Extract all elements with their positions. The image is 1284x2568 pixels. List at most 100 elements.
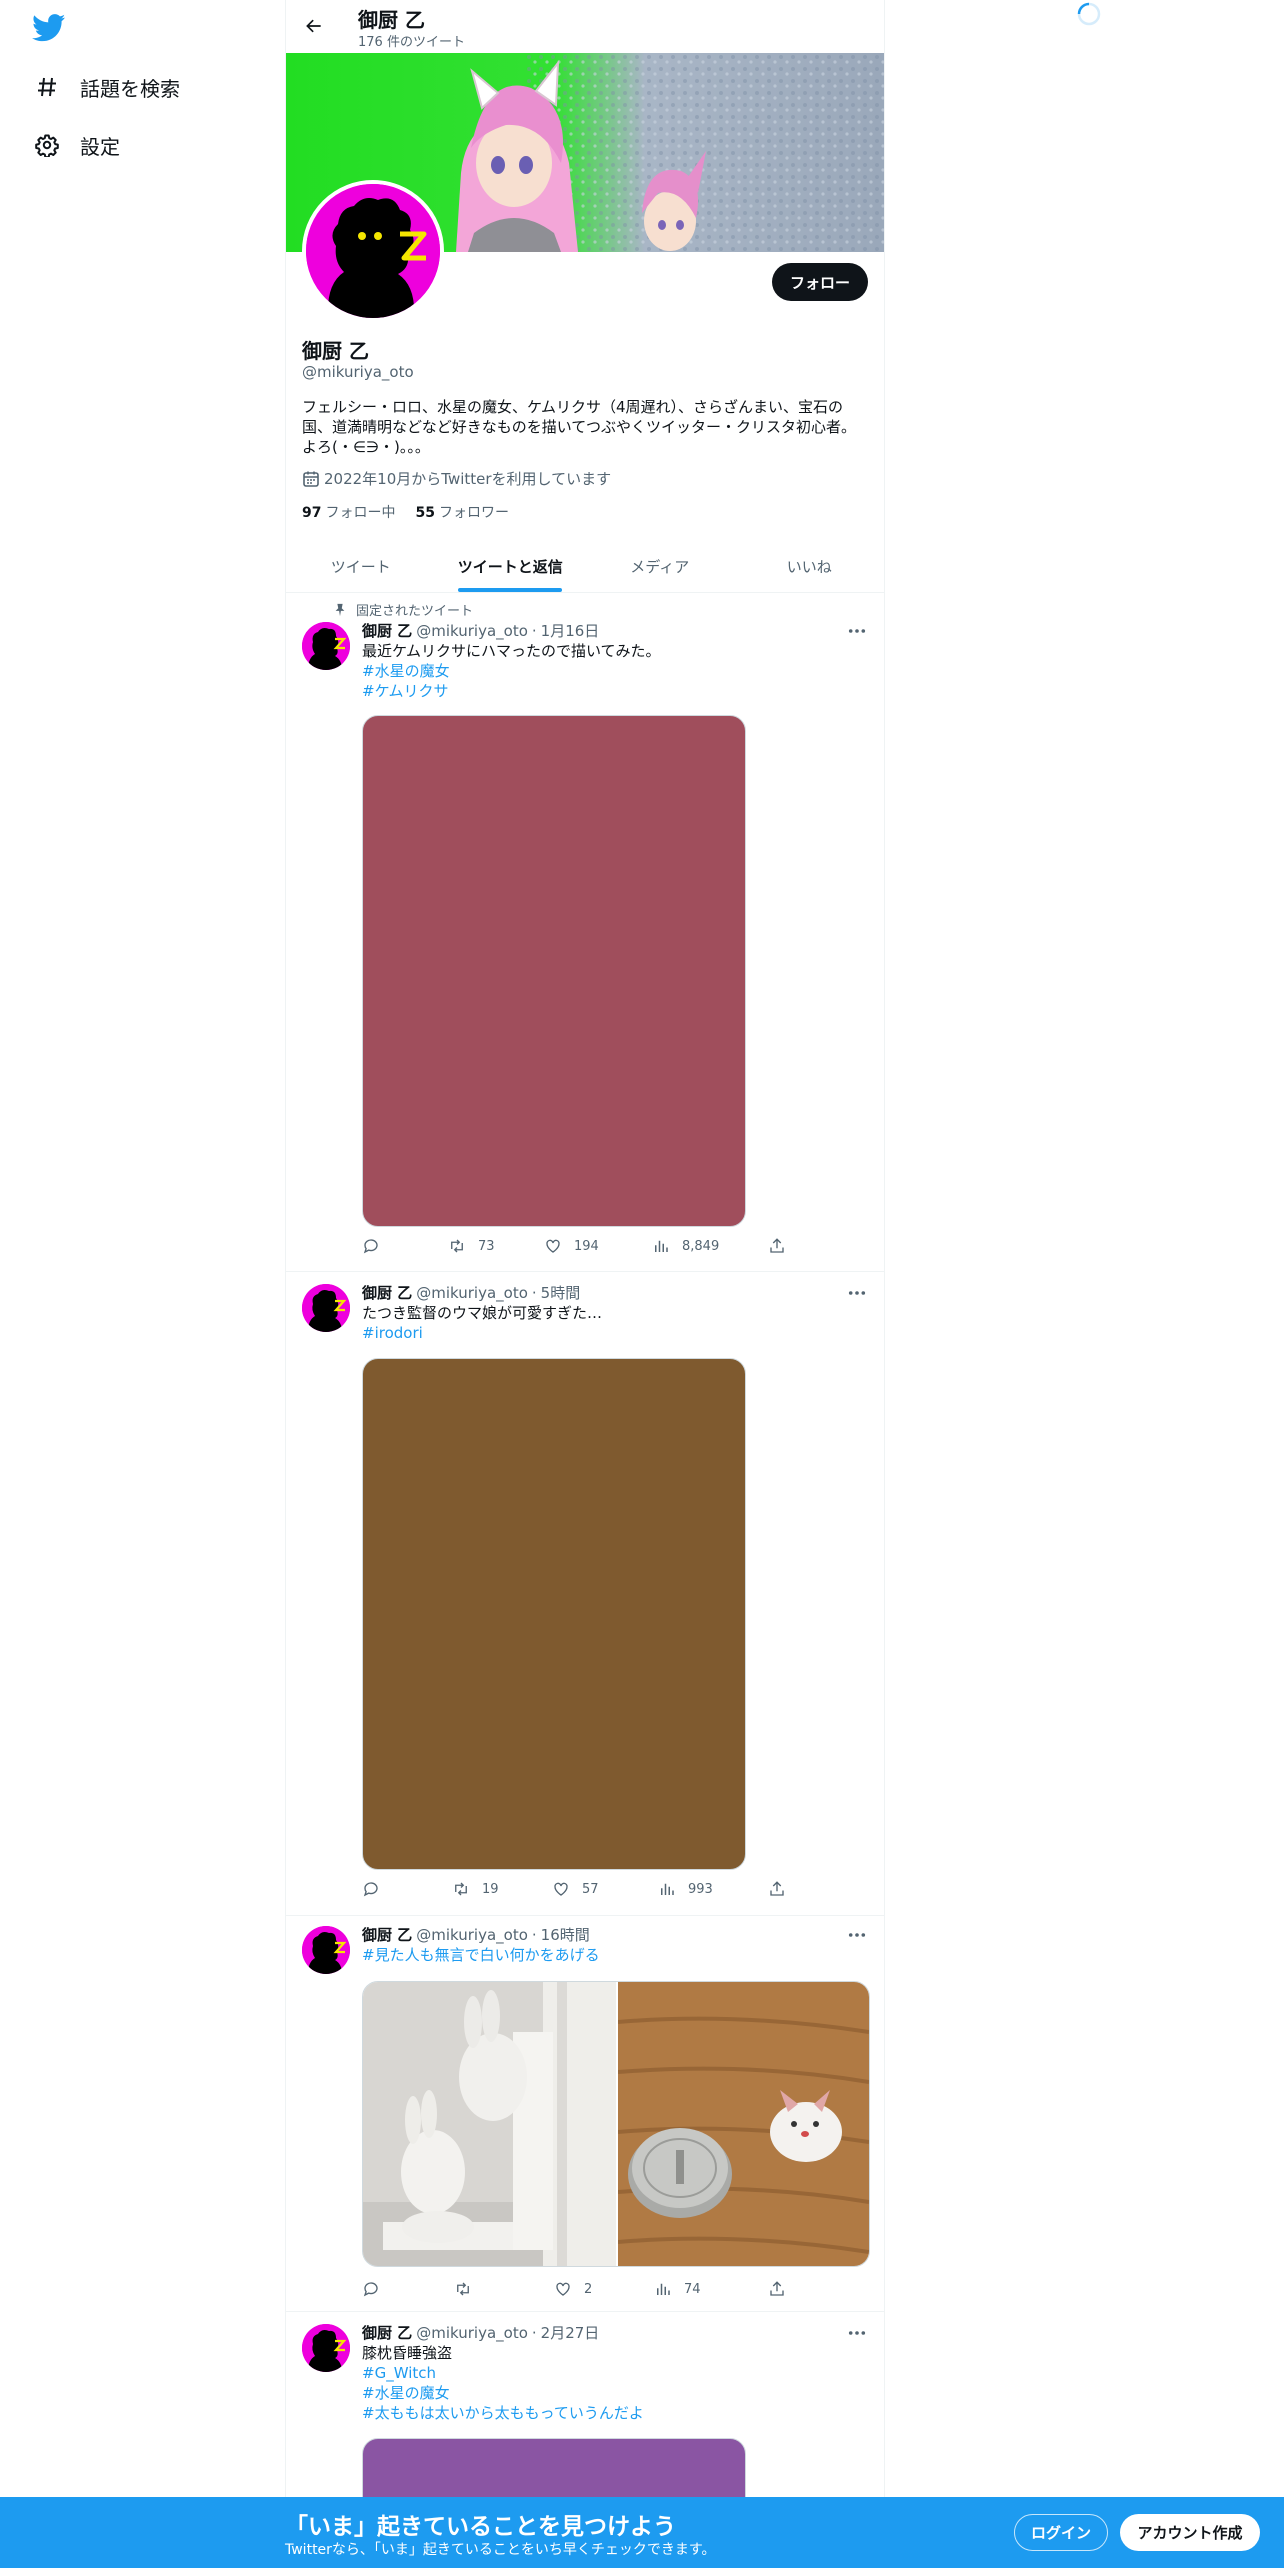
retweet-button[interactable]: 73	[448, 1237, 495, 1255]
retweet-count: 73	[478, 1238, 495, 1254]
more-options-icon[interactable]	[846, 2324, 868, 2342]
profile-avatar[interactable]	[302, 180, 444, 322]
like-button[interactable]: 2	[554, 2280, 592, 2298]
views-button[interactable]: 993	[658, 1880, 713, 1898]
tab-tweets-and-replies-label: ツイートと返信	[457, 557, 563, 576]
hashtag-link[interactable]: #水星の魔女	[362, 661, 450, 681]
avatar-silhouette-icon	[306, 184, 440, 318]
tweet-image[interactable]	[363, 1982, 616, 2266]
views-chart-icon	[655, 1240, 668, 1252]
header-title: 御厨 乙	[358, 8, 425, 32]
tweet-actions: 2 74	[362, 2280, 794, 2302]
share-button[interactable]	[768, 1880, 786, 1898]
pin-icon	[332, 602, 348, 618]
avatar[interactable]	[302, 2324, 350, 2372]
avatar-silhouette-icon	[302, 1284, 350, 1332]
hashtag-link[interactable]: #G_Witch	[362, 2363, 436, 2383]
pinned-indicator: 固定されたツイート	[332, 600, 473, 619]
tweet-item[interactable]: 固定されたツイート 御厨 乙 @mikuriya_oto · 1月16日 最近ケ…	[286, 594, 884, 1272]
avatar-silhouette-icon	[302, 622, 350, 670]
tweet-header: 御厨 乙 @mikuriya_oto · 5時間	[362, 1282, 580, 1303]
share-button[interactable]	[768, 1237, 786, 1255]
share-icon	[770, 1238, 784, 1253]
pinned-label: 固定されたツイート	[356, 604, 474, 619]
profile-joined-date: 2022年10月からTwitterを利用しています	[302, 468, 611, 489]
tweet-author-name[interactable]: 御厨 乙	[362, 1282, 412, 1303]
tweet-timestamp[interactable]: 5時間	[541, 1282, 581, 1303]
login-button[interactable]: ログイン	[1014, 2514, 1108, 2551]
follow-button[interactable]: フォロー	[771, 263, 868, 301]
tab-tweets-and-replies[interactable]: ツイートと返信	[436, 540, 586, 592]
views-chart-icon	[657, 2283, 670, 2295]
nav-explore-label: 話題を検索	[80, 76, 180, 101]
tweet-image[interactable]	[362, 1358, 746, 1870]
tweet-author-handle[interactable]: @mikuriya_oto	[416, 622, 528, 640]
tab-media-label: メディア	[630, 557, 690, 576]
tweet-item[interactable]: 御厨 乙 @mikuriya_oto · 16時間 #見た人も無言で白い何かをあ…	[286, 1916, 884, 2312]
nav-explore[interactable]: 話題を検索	[34, 67, 180, 107]
followers-count: 55	[415, 505, 435, 521]
like-count: 194	[574, 1238, 599, 1254]
twitter-logo-icon[interactable]	[32, 14, 66, 42]
more-options-icon[interactable]	[846, 1926, 868, 1944]
like-button[interactable]: 57	[552, 1880, 599, 1898]
hashtag-link[interactable]: #irodori	[362, 1323, 423, 1343]
following-link[interactable]: 97 フォロー中	[302, 502, 395, 522]
rabbit-bookend-photo	[363, 1982, 616, 2266]
tweet-image[interactable]	[618, 1982, 869, 2266]
hashtag-link[interactable]: #水星の魔女	[362, 2383, 450, 2403]
tweet-image[interactable]	[362, 715, 746, 1227]
avatar[interactable]	[302, 1926, 350, 1974]
tweet-item[interactable]: 御厨 乙 @mikuriya_oto · 5時間 たつき監督のウマ娘が可愛すぎた…	[286, 1272, 884, 1916]
reply-icon	[363, 1239, 378, 1254]
retweet-button[interactable]	[454, 2280, 472, 2298]
more-options-icon[interactable]	[846, 1284, 868, 1302]
tweet-header: 御厨 乙 @mikuriya_oto · 2月27日	[362, 2322, 599, 2343]
tweet-author-name[interactable]: 御厨 乙	[362, 1924, 412, 1945]
profile-timeline: 御厨 乙 176 件のツイート フォロー 御厨 乙 @mikuriya_oto …	[285, 0, 885, 2568]
views-button[interactable]: 8,849	[652, 1237, 719, 1255]
tweet-author-handle[interactable]: @mikuriya_oto	[416, 1284, 528, 1302]
avatar[interactable]	[302, 1284, 350, 1332]
back-button[interactable]	[298, 10, 330, 42]
more-options-icon[interactable]	[846, 622, 868, 640]
tweet-timestamp[interactable]: 16時間	[541, 1924, 590, 1945]
reply-button[interactable]	[362, 1880, 380, 1898]
signup-button[interactable]: アカウント作成	[1120, 2514, 1260, 2551]
tab-likes-label: いいね	[786, 557, 832, 576]
share-icon	[770, 2281, 784, 2296]
followers-link[interactable]: 55 フォロワー	[415, 502, 508, 522]
tab-tweets[interactable]: ツイート	[286, 540, 436, 592]
avatar[interactable]	[302, 622, 350, 670]
tab-likes[interactable]: いいね	[735, 540, 885, 592]
avatar-silhouette-icon	[302, 2324, 350, 2372]
tweet-author-handle[interactable]: @mikuriya_oto	[416, 2324, 528, 2342]
hashtag-link[interactable]: #見た人も無言で白い何かをあげる	[362, 1945, 600, 1965]
reply-button[interactable]	[362, 2280, 380, 2298]
tab-media[interactable]: メディア	[585, 540, 735, 592]
like-button[interactable]: 194	[544, 1237, 599, 1255]
views-button[interactable]: 74	[654, 2280, 701, 2298]
following-count: 97	[302, 505, 322, 521]
gear-icon	[34, 132, 60, 158]
tweet-timestamp[interactable]: 2月27日	[541, 2322, 600, 2343]
tweet-actions: 73 194 8,849	[362, 1237, 794, 1259]
signup-prompt-subtitle: Twitterなら、「いま」起きていることをいち早くチェックできます。	[285, 2542, 716, 2558]
reply-button[interactable]	[362, 1237, 380, 1255]
avatar-silhouette-icon	[302, 1926, 350, 1974]
tweet-text: たつき監督のウマ娘が可愛すぎた…	[362, 1304, 603, 1322]
tweet-author-name[interactable]: 御厨 乙	[362, 2322, 412, 2343]
nav-settings[interactable]: 設定	[34, 125, 120, 165]
hashtag-link[interactable]: #ケムリクサ	[362, 681, 449, 701]
retweet-button[interactable]: 19	[452, 1880, 499, 1898]
heart-icon	[554, 1882, 568, 1896]
tweet-author-handle[interactable]: @mikuriya_oto	[416, 1926, 528, 1944]
left-navigation: 話題を検索 設定	[0, 0, 285, 2568]
like-count: 57	[582, 1881, 599, 1897]
tweet-author-name[interactable]: 御厨 乙	[362, 620, 412, 641]
tweet-timestamp[interactable]: 1月16日	[541, 620, 600, 641]
reply-icon	[363, 2282, 378, 2297]
calendar-icon	[302, 470, 320, 488]
hashtag-link[interactable]: #太ももは太いから太ももっていうんだよ	[362, 2403, 644, 2423]
share-button[interactable]	[768, 2280, 786, 2298]
